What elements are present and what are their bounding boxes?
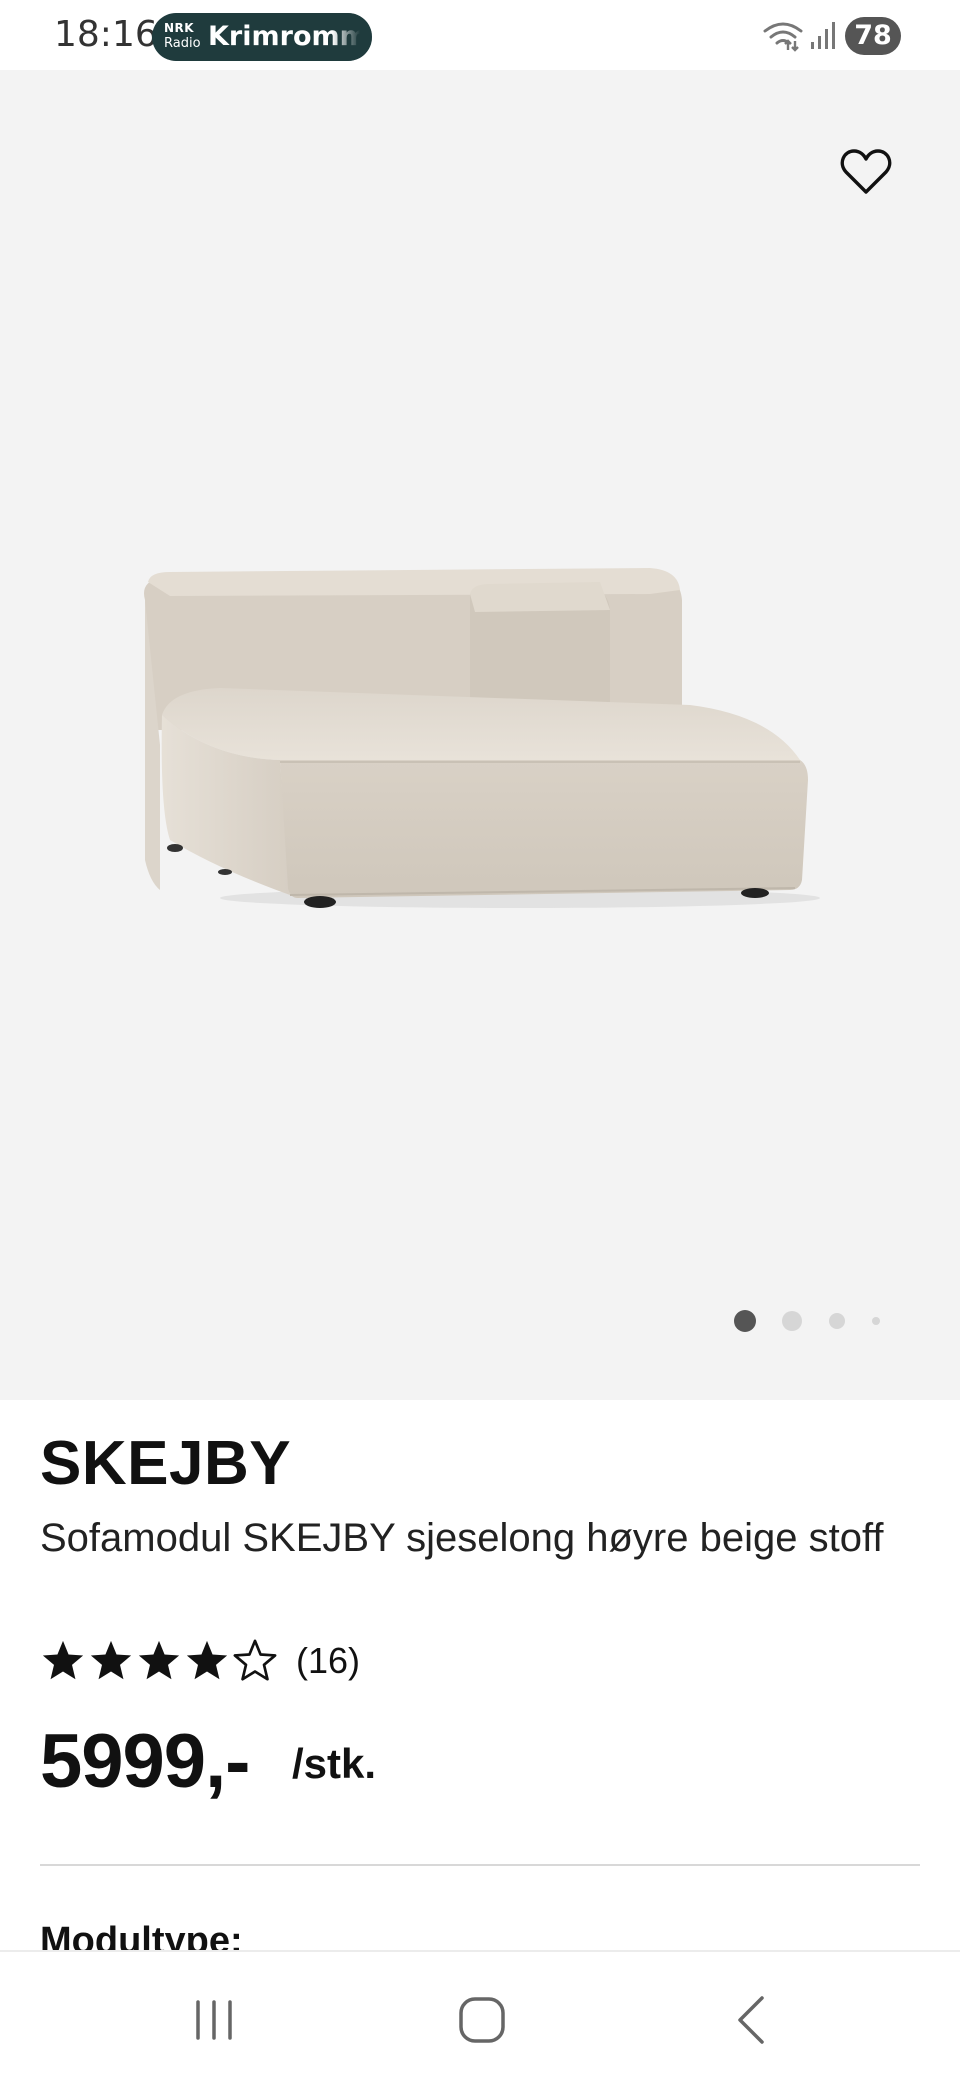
- pagination-dot[interactable]: [872, 1317, 880, 1325]
- nrk-radio-logo: NRK Radio: [164, 21, 201, 53]
- signal-icon: [811, 22, 835, 49]
- product-description: Sofamodul SKEJBY sjeselong høyre beige s…: [40, 1516, 884, 1560]
- price-unit: /stk.: [292, 1740, 377, 1787]
- star-outline-icon: [233, 1639, 277, 1681]
- product-price: 5999,-: [40, 1719, 250, 1804]
- nrk-logo-text: NRK: [164, 21, 195, 35]
- media-notification-pill[interactable]: NRK Radio Krimrommet: [152, 13, 372, 61]
- product-image: [144, 568, 820, 908]
- product-rating[interactable]: (16): [40, 1636, 360, 1686]
- star-filled-icon: [90, 1640, 132, 1680]
- radio-logo-text: Radio: [164, 36, 201, 51]
- star-filled-icon: [42, 1640, 84, 1680]
- product-brand: SKEJBY: [40, 1429, 292, 1498]
- star-filled-icon: [186, 1640, 228, 1680]
- recent-apps-icon[interactable]: [184, 1992, 244, 2048]
- status-bar: 18:16 NRK Radio Krimrommet 78: [0, 0, 960, 70]
- media-title-fade: [332, 13, 372, 61]
- pagination-dot[interactable]: [829, 1313, 845, 1329]
- section-divider: [40, 1864, 920, 1866]
- battery-indicator: 78: [845, 17, 901, 55]
- star-filled-icon: [138, 1640, 180, 1680]
- pagination-dot-active[interactable]: [734, 1310, 756, 1332]
- pagination-dot[interactable]: [782, 1311, 802, 1331]
- system-navigation-bar: [0, 1950, 960, 2080]
- home-icon[interactable]: [452, 1992, 512, 2048]
- back-icon[interactable]: [722, 1992, 782, 2048]
- heart-outline-icon[interactable]: [840, 148, 892, 196]
- review-count[interactable]: (16): [296, 1640, 360, 1682]
- product-image-gallery[interactable]: [0, 70, 960, 1400]
- status-time: 18:16: [54, 14, 158, 55]
- wifi-icon: [763, 22, 803, 52]
